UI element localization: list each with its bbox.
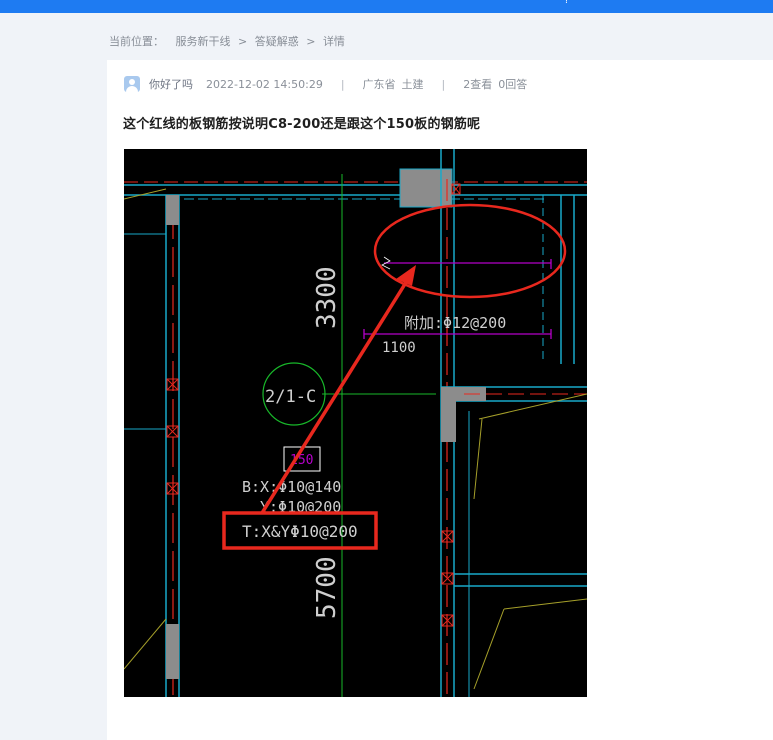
question-meta: 你好了吗 2022-12-02 14:50:29 | 广东省 土建 | 2查看 … <box>124 76 527 92</box>
question-card: 你好了吗 2022-12-02 14:50:29 | 广东省 土建 | 2查看 … <box>107 60 773 740</box>
top-nav-bar: ? <box>0 0 773 13</box>
question-category: 土建 <box>401 78 424 91</box>
additional-length-label: 1100 <box>382 340 416 356</box>
question-date: 2022-12-02 14:50:29 <box>206 77 323 91</box>
meta-divider: | <box>441 77 446 91</box>
additional-rebar-label: 附加:Φ12@200 <box>404 314 506 332</box>
user-avatar-icon[interactable] <box>124 76 140 92</box>
cad-drawing: 3300 5700 2/1-C 150 B:X:Φ10@140 Y:Φ10@20… <box>124 149 587 697</box>
breadcrumb: 当前位置： 服务新干线 > 答疑解惑 > 详情 <box>109 33 345 49</box>
breadcrumb-link-service[interactable]: 服务新干线 <box>176 35 231 48</box>
breadcrumb-separator: > <box>238 35 248 48</box>
axis-label: 2/1-C <box>265 387 316 407</box>
dim-5700-label: 5700 <box>312 556 342 619</box>
meta-divider: | <box>340 77 345 91</box>
bottom-x-rebar-label: B:X:Φ10@140 <box>242 478 341 496</box>
question-author[interactable]: 你好了吗 <box>149 76 193 92</box>
top-rebar-label: T:X&YΦ10@200 <box>242 522 358 541</box>
question-region: 广东省 <box>362 78 396 91</box>
dim-3300-label: 3300 <box>312 266 342 329</box>
breadcrumb-separator: > <box>306 35 316 48</box>
cad-drawing-image[interactable]: 3300 5700 2/1-C 150 B:X:Φ10@140 Y:Φ10@20… <box>124 149 587 697</box>
answer-count: 0回答 <box>498 78 528 91</box>
breadcrumb-link-qa[interactable]: 答疑解惑 <box>255 35 299 48</box>
breadcrumb-prefix: 当前位置： <box>109 35 164 48</box>
breadcrumb-current: 详情 <box>322 35 345 48</box>
view-count: 2查看 <box>463 78 493 91</box>
help-icon[interactable]: ? <box>564 0 569 6</box>
question-title: 这个红线的板钢筋按说明C8-200还是跟这个150板的钢筋呢 <box>123 117 481 132</box>
